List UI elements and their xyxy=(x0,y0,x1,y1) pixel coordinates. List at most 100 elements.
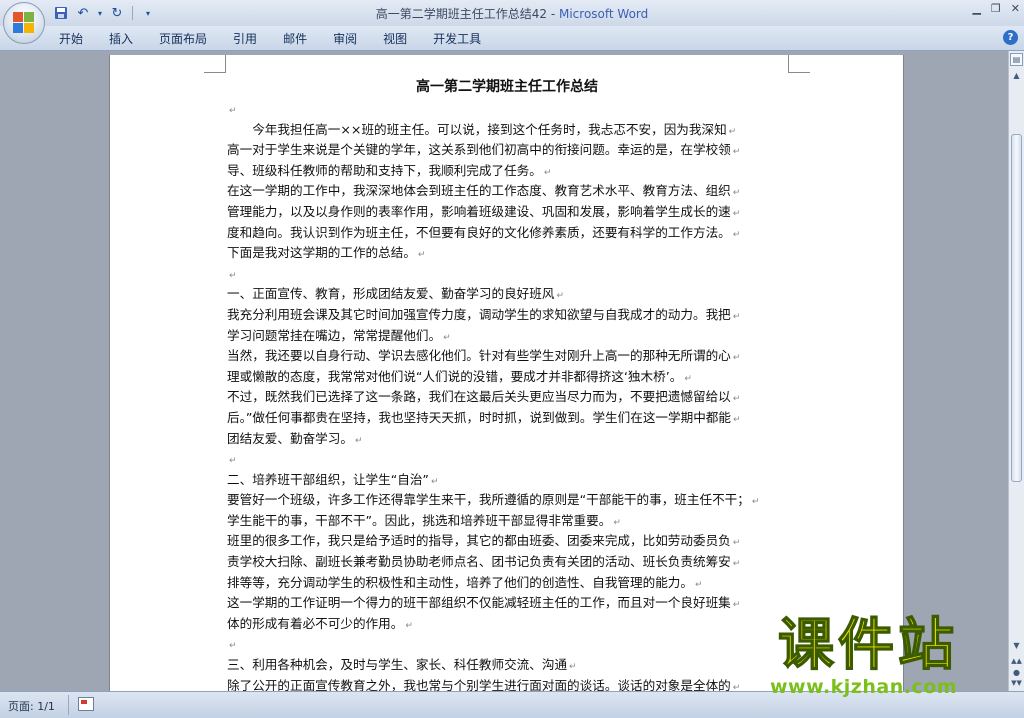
line-text: 学习问题常挂在嘴边，常常提醒他们。 xyxy=(227,327,442,343)
line-text: 导、班级科任教师的帮助和支持下，我顺利完成了任务。 xyxy=(227,162,542,178)
document-line: 三、利用各种机会，及时与学生、家长、科任教师交流、沟通 ↵ xyxy=(227,655,787,676)
tab-references[interactable]: 引用 xyxy=(220,30,270,48)
close-icon[interactable]: ✕ xyxy=(1011,2,1020,15)
line-text: 学生能干的事，干部不干”。因此，挑选和培养班干部显得非常重要。 xyxy=(227,512,612,528)
proofing-icon[interactable] xyxy=(78,697,94,711)
document-line: 度和趋向。我认识到作为班主任，不但要有良好的文化修养素质，还要有科学的工作方法。… xyxy=(227,223,787,244)
document-line: 班里的很多工作，我只是给予适时的指导，其它的都由班委、团委来完成，比如劳动委员负… xyxy=(227,531,787,552)
watermark-url: www.kjzhan.com xyxy=(770,676,958,698)
document-line: 这一学期的工作证明一个得力的班干部组织不仅能减轻班主任的工作，而且对一个良好班集… xyxy=(227,593,787,614)
line-text: 要管好一个班级，许多工作还得靠学生来干，我所遵循的原则是“干部能干的事，班主任不… xyxy=(227,492,750,508)
margin-corner-mark xyxy=(788,55,810,73)
line-text: 管理能力，以及以身作则的表率作用，影响着班级建设、巩固和发展，影响着学生成长的速 xyxy=(227,203,731,219)
line-text: 高一对于学生来说是个关键的学年，这关系到他们初高中的衔接问题。幸运的是，在学校领 xyxy=(227,142,731,158)
line-text: 班里的很多工作，我只是给予适时的指导，其它的都由班委、团委来完成，比如劳动委员负 xyxy=(227,533,731,549)
document-line: 一、正面宣传、教育，形成团结友爱、勤奋学习的良好班风 ↵ xyxy=(227,284,787,305)
paragraph-mark-icon: ↵ xyxy=(732,559,741,570)
ruler-toggle-icon[interactable]: ▤ xyxy=(1010,53,1023,66)
restore-icon[interactable]: ❐ xyxy=(991,2,1001,15)
tab-view[interactable]: 视图 xyxy=(370,30,420,48)
document-title: 高一第二学期班主任工作总结 xyxy=(416,79,598,95)
line-text: 后。”做任何事都贵在坚持，我也坚持天天抓，时时抓，说到做到。学生们在这一学期中都… xyxy=(227,409,731,425)
paragraph-mark-icon: ↵ xyxy=(613,517,621,528)
status-divider xyxy=(68,695,69,715)
paragraph-mark-icon: ↵ xyxy=(684,373,692,384)
line-text: 排等等，充分调动学生的积极性和主动性，培养了他们的创造性、自我管理的能力。 xyxy=(227,574,693,590)
scroll-thumb[interactable] xyxy=(1011,134,1022,482)
line-text: 下面是我对这学期的工作的总结。 xyxy=(227,245,416,261)
watermark-logo-text: 课件站 xyxy=(777,613,958,679)
line-text: 这一学期的工作证明一个得力的班干部组织不仅能减轻班主任的工作，而且对一个良好班集 xyxy=(227,595,731,611)
document-area[interactable]: 高一第二学期班主任工作总结 ↵ 今年我担任高一××班的班主任。可以说，接到这个任… xyxy=(0,51,1008,705)
document-line: 高一对于学生来说是个关键的学年，这关系到他们初高中的衔接问题。幸运的是，在学校领… xyxy=(227,140,787,161)
paragraph-mark-icon: ↵ xyxy=(732,188,741,199)
vertical-scrollbar[interactable]: ▤ ▲ ▼ ▲▲ ● ▼▼ xyxy=(1008,51,1024,691)
document-line: 下面是我对这学期的工作的总结。 ↵ xyxy=(227,243,787,264)
title-bar: ↶ ▾ ↻ ▾ 高一第二学期班主任工作总结42 - Microsoft Word… xyxy=(0,0,1024,26)
line-text: 理或懒散的态度，我常常对他们说“人们说的没错，要成才并非都得挤这‘独木桥’。 xyxy=(227,368,683,384)
tab-review[interactable]: 审阅 xyxy=(320,30,370,48)
line-text: 团结友爱、勤奋学习。 xyxy=(227,430,353,446)
document-line: ↵ xyxy=(227,264,787,285)
document-line: 要管好一个班级，许多工作还得靠学生来干，我所遵循的原则是“干部能干的事，班主任不… xyxy=(227,490,787,511)
tab-home[interactable]: 开始 xyxy=(46,30,96,48)
page-count[interactable]: 页面: 1/1 xyxy=(8,698,55,714)
office-button[interactable] xyxy=(3,2,45,44)
paragraph-mark-icon: ↵ xyxy=(732,208,741,219)
line-text: 当然，我还要以自身行动、学识去感化他们。针对有些学生对刚升上高一的那种无所谓的心 xyxy=(227,348,731,364)
paragraph-mark-icon: ↵ xyxy=(229,641,237,652)
paragraph-mark-icon: ↵ xyxy=(229,456,237,467)
paragraph-mark-icon: ↵ xyxy=(732,538,741,549)
document-line: 学生能干的事，干部不干”。因此，挑选和培养班干部显得非常重要。 ↵ xyxy=(227,511,787,532)
line-text: 我充分利用班会课及其它时间加强宣传力度，调动学生的求知欲望与自我成才的动力。我把 xyxy=(227,306,731,322)
paragraph-mark-icon: ↵ xyxy=(694,579,703,590)
document-line: 体的形成有着必不可少的作用。 ↵ xyxy=(227,614,787,635)
document-line: ↵ xyxy=(227,449,787,470)
margin-corner-mark xyxy=(204,55,226,73)
title-separator: - xyxy=(547,7,559,21)
help-icon[interactable]: ? xyxy=(1003,30,1018,45)
scroll-up-icon[interactable]: ▲ xyxy=(1010,69,1023,83)
paragraph-mark-icon: ↵ xyxy=(229,106,237,116)
tab-page-layout[interactable]: 页面布局 xyxy=(146,30,220,48)
document-line: 团结友爱、勤奋学习。 ↵ xyxy=(227,429,787,450)
site-watermark: 课件站 www.kjzhan.com xyxy=(770,613,1020,714)
minimize-icon[interactable]: ▁ xyxy=(972,2,980,15)
paragraph-mark-icon: ↵ xyxy=(728,126,737,137)
paragraph-mark-icon: ↵ xyxy=(732,394,741,405)
document-line: 后。”做任何事都贵在坚持，我也坚持天天抓，时时抓，说到做到。学生们在这一学期中都… xyxy=(227,408,787,429)
line-text: 体的形成有着必不可少的作用。 xyxy=(227,615,404,631)
document-body[interactable]: 高一第二学期班主任工作总结 ↵ 今年我担任高一××班的班主任。可以说，接到这个任… xyxy=(227,75,787,696)
paragraph-mark-icon: ↵ xyxy=(417,250,426,261)
line-text: 三、利用各种机会，及时与学生、家长、科任教师交流、沟通 xyxy=(227,657,568,673)
office-logo-icon xyxy=(13,12,35,34)
document-line: 管理能力，以及以身作则的表率作用，影响着班级建设、巩固和发展，影响着学生成长的速… xyxy=(227,202,787,223)
line-text: 不过，既然我们已选择了这一条路，我们在这最后关头更应当尽力而为，不要把遗憾留给以 xyxy=(227,389,731,405)
window-controls: ▁ ❐ ✕ xyxy=(972,2,1020,15)
line-text: 今年我担任高一××班的班主任。可以说，接到这个任务时，我忐忑不安，因为我深知 xyxy=(227,121,727,137)
document-name: 高一第二学期班主任工作总结42 xyxy=(375,7,548,21)
document-line: 当然，我还要以自身行动、学识去感化他们。针对有些学生对刚升上高一的那种无所谓的心… xyxy=(227,346,787,367)
document-line: 学习问题常挂在嘴边，常常提醒他们。 ↵ xyxy=(227,326,787,347)
paragraph-mark-icon: ↵ xyxy=(732,147,741,158)
line-text: 一、正面宣传、教育，形成团结友爱、勤奋学习的良好班风 xyxy=(227,286,555,302)
tab-developer[interactable]: 开发工具 xyxy=(420,30,494,48)
paragraph-mark-icon: ↵ xyxy=(405,620,413,631)
document-line: 责学校大扫除、副班长兼考勤员协助老师点名、团书记负责有关团的活动、班长负责统筹安… xyxy=(227,552,787,573)
document-line: 我充分利用班会课及其它时间加强宣传力度，调动学生的求知欲望与自我成才的动力。我把… xyxy=(227,305,787,326)
document-line: 二、培养班干部组织，让学生“自治” ↵ xyxy=(227,470,787,491)
line-text: 责学校大扫除、副班长兼考勤员协助老师点名、团书记负责有关团的活动、班长负责统筹安 xyxy=(227,554,731,570)
tab-insert[interactable]: 插入 xyxy=(96,30,146,48)
tab-mailings[interactable]: 邮件 xyxy=(270,30,320,48)
document-line: 在这一学期的工作中，我深深地体会到班主任的工作态度、教育艺术水平、教育方法、组织… xyxy=(227,181,787,202)
paragraph-mark-icon: ↵ xyxy=(732,414,741,425)
document-page[interactable]: 高一第二学期班主任工作总结 ↵ 今年我担任高一××班的班主任。可以说，接到这个任… xyxy=(109,55,904,705)
document-line: ↵ xyxy=(227,99,787,120)
document-line: 排等等，充分调动学生的积极性和主动性，培养了他们的创造性、自我管理的能力。 ↵ xyxy=(227,573,787,594)
paragraph-mark-icon: ↵ xyxy=(732,311,741,322)
paragraph-mark-icon: ↵ xyxy=(732,600,741,611)
document-line: 今年我担任高一××班的班主任。可以说，接到这个任务时，我忐忑不安，因为我深知 ↵ xyxy=(227,120,787,141)
paragraph-mark-icon: ↵ xyxy=(354,435,363,446)
ribbon-tabs: 开始 插入 页面布局 引用 邮件 审阅 视图 开发工具 ? xyxy=(0,26,1024,51)
paragraph-mark-icon: ↵ xyxy=(569,662,577,673)
